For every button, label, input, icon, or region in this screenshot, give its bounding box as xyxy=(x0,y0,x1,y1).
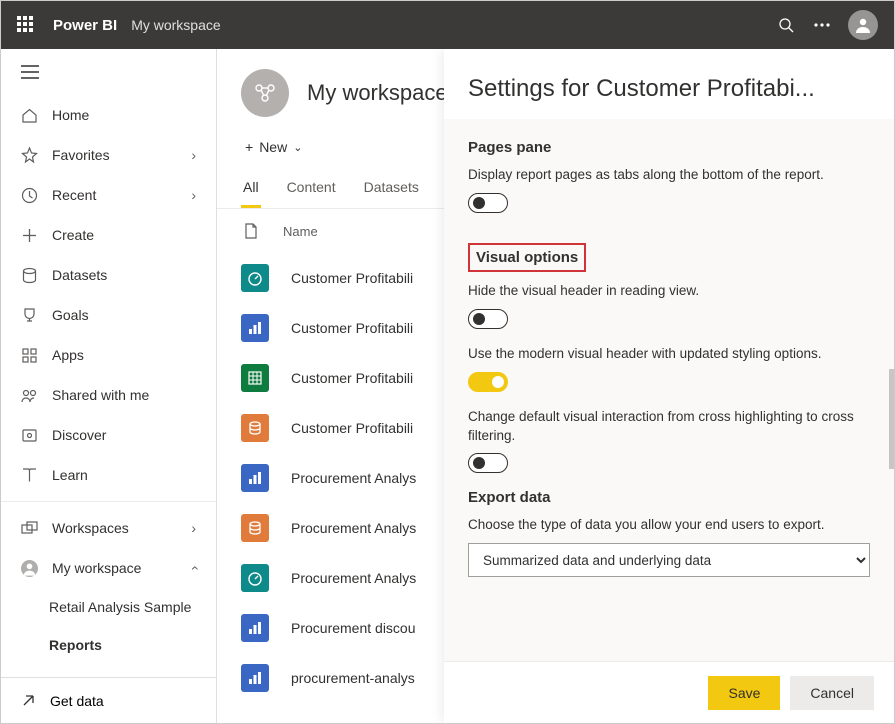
scrollbar[interactable] xyxy=(889,369,894,469)
item-type-icon xyxy=(241,664,269,692)
chevron-down-icon: ⌄ xyxy=(293,141,302,154)
export-title: Export data xyxy=(468,489,870,506)
brand-label: Power BI xyxy=(53,17,117,34)
plus-icon: + xyxy=(245,139,253,155)
nav-favorites[interactable]: Favorites › xyxy=(1,135,216,175)
nav-shared[interactable]: Shared with me xyxy=(1,375,216,415)
new-label: New xyxy=(259,139,287,155)
export-desc: Choose the type of data you allow your e… xyxy=(468,516,870,535)
chevron-right-icon: › xyxy=(191,147,196,163)
item-type-icon xyxy=(241,364,269,392)
export-select[interactable]: Summarized data and underlying data xyxy=(468,543,870,577)
nav-datasets[interactable]: Datasets xyxy=(1,255,216,295)
nav-label: My workspace xyxy=(52,560,141,576)
visual-options-title: Visual options xyxy=(468,243,586,272)
chevron-up-icon: › xyxy=(186,566,202,571)
workspace-breadcrumb[interactable]: My workspace xyxy=(131,17,220,33)
nav-label: Get data xyxy=(50,693,104,709)
visual-opt-desc: Hide the visual header in reading view. xyxy=(468,282,870,301)
workspace-avatar xyxy=(241,69,289,117)
nav-get-data[interactable]: Get data xyxy=(1,677,216,723)
item-name-label: Procurement Analys xyxy=(291,470,416,486)
trophy-icon xyxy=(21,307,38,324)
sub-retail-sample[interactable]: Retail Analysis Sample xyxy=(1,588,216,626)
save-button[interactable]: Save xyxy=(708,676,780,710)
chevron-right-icon: › xyxy=(191,187,196,203)
nav-label: Discover xyxy=(52,427,106,443)
nav-label: Learn xyxy=(52,467,88,483)
nav-create[interactable]: Create xyxy=(1,215,216,255)
item-name-label: procurement-analys xyxy=(291,670,415,686)
cancel-button[interactable]: Cancel xyxy=(790,676,874,710)
settings-panel: Settings for Customer Profitabi... Pages… xyxy=(444,49,894,723)
item-name-label: Procurement discou xyxy=(291,620,416,636)
nav-label: Recent xyxy=(52,187,96,203)
modern-header-toggle[interactable] xyxy=(468,372,508,392)
nav-my-workspace[interactable]: My workspace › xyxy=(1,548,216,588)
cross-filter-toggle[interactable] xyxy=(468,453,508,473)
item-type-icon xyxy=(241,564,269,592)
item-type-icon xyxy=(241,514,269,542)
arrow-out-icon xyxy=(21,693,36,708)
nav-label: Apps xyxy=(52,347,84,363)
new-button[interactable]: + New ⌄ xyxy=(241,133,306,161)
item-type-icon xyxy=(241,414,269,442)
panel-title: Settings for Customer Profitabi... xyxy=(444,49,894,119)
item-type-icon xyxy=(241,264,269,292)
nav-label: Goals xyxy=(52,307,89,323)
type-column-icon xyxy=(241,223,261,239)
nav-learn[interactable]: Learn xyxy=(1,455,216,495)
nav-label: Shared with me xyxy=(52,387,149,403)
nav-label: Create xyxy=(52,227,94,243)
plus-icon xyxy=(21,227,38,244)
search-icon[interactable] xyxy=(768,7,804,43)
nav-goals[interactable]: Goals xyxy=(1,295,216,335)
sub-reports[interactable]: Reports xyxy=(1,626,216,664)
hamburger-icon[interactable] xyxy=(21,65,39,79)
chevron-right-icon: › xyxy=(191,520,196,536)
nav-recent[interactable]: Recent › xyxy=(1,175,216,215)
discover-icon xyxy=(21,427,38,444)
item-name-label: Customer Profitabili xyxy=(291,420,413,436)
pages-pane-desc: Display report pages as tabs along the b… xyxy=(468,166,870,185)
nav-label: Datasets xyxy=(52,267,107,283)
tab-datasets[interactable]: Datasets xyxy=(362,179,421,208)
nav-label: Favorites xyxy=(52,147,110,163)
item-name-label: Procurement Analys xyxy=(291,520,416,536)
nav-workspaces[interactable]: Workspaces › xyxy=(1,508,216,548)
avatar[interactable] xyxy=(848,10,878,40)
home-icon xyxy=(21,107,38,124)
nav-label: Workspaces xyxy=(52,520,129,536)
tab-all[interactable]: All xyxy=(241,179,261,208)
pages-pane-title: Pages pane xyxy=(468,139,870,156)
apps-icon xyxy=(21,347,38,364)
book-icon xyxy=(21,467,38,484)
item-name-label: Procurement Analys xyxy=(291,570,416,586)
pages-pane-toggle[interactable] xyxy=(468,193,508,213)
nav-discover[interactable]: Discover xyxy=(1,415,216,455)
item-name-label: Customer Profitabili xyxy=(291,370,413,386)
nav-apps[interactable]: Apps xyxy=(1,335,216,375)
workspaces-icon xyxy=(21,520,38,537)
visual-opt-desc: Use the modern visual header with update… xyxy=(468,345,870,364)
item-type-icon xyxy=(241,614,269,642)
workspace-title: My workspace xyxy=(307,80,448,106)
visual-opt-desc: Change default visual interaction from c… xyxy=(468,408,870,446)
tab-content[interactable]: Content xyxy=(285,179,338,208)
item-type-icon xyxy=(241,464,269,492)
shared-icon xyxy=(21,387,38,404)
item-name-label: Customer Profitabili xyxy=(291,320,413,336)
star-icon xyxy=(21,147,38,164)
item-type-icon xyxy=(241,314,269,342)
nav-home[interactable]: Home xyxy=(1,95,216,135)
item-name-label: Customer Profitabili xyxy=(291,270,413,286)
nav-label: Home xyxy=(52,107,89,123)
app-launcher-icon[interactable] xyxy=(17,16,35,34)
clock-icon xyxy=(21,187,38,204)
datasets-icon xyxy=(21,267,38,284)
name-column-header[interactable]: Name xyxy=(283,224,318,239)
person-icon xyxy=(21,560,38,577)
more-icon[interactable] xyxy=(804,7,840,43)
hide-header-toggle[interactable] xyxy=(468,309,508,329)
